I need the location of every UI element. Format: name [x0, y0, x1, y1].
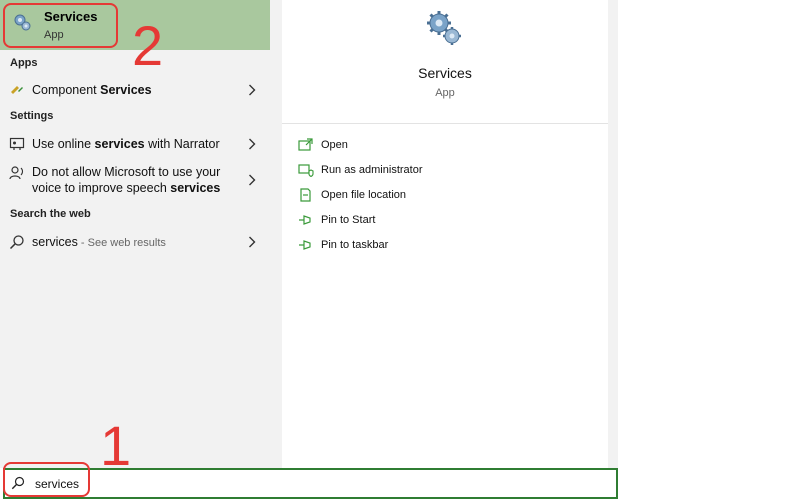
search-icon [9, 234, 25, 255]
open-icon [298, 138, 314, 157]
chevron-right-icon[interactable] [248, 83, 256, 101]
pin-icon [298, 213, 314, 232]
gear-icon [424, 8, 464, 53]
detail-subtitle: App [435, 87, 455, 99]
annotation-step-2: 2 [132, 14, 164, 77]
file-icon [298, 188, 314, 207]
search-bar[interactable] [3, 468, 618, 499]
annotation-box-result [3, 3, 118, 48]
detail-panel: Services App Open Run as administrator O… [282, 0, 608, 468]
pin-icon [298, 238, 314, 257]
result-label-line2: voice to improve speech services [32, 181, 221, 195]
result-narrator-setting[interactable]: Use online services with Narrator [0, 134, 270, 154]
detail-title: Services [418, 65, 472, 81]
action-label: Pin to Start [321, 214, 376, 226]
section-apps: Apps [10, 57, 38, 69]
chevron-right-icon[interactable] [248, 235, 256, 253]
section-web: Search the web [10, 208, 91, 220]
component-services-icon [9, 82, 25, 103]
action-label: Open [321, 139, 348, 151]
result-label: services - See web results [32, 235, 166, 249]
result-label-line1: Do not allow Microsoft to use your [32, 165, 221, 179]
action-label: Open file location [321, 189, 406, 201]
result-label: Use online services with Narrator [32, 137, 220, 151]
result-speech-setting[interactable]: Do not allow Microsoft to use your voice… [0, 162, 270, 198]
result-component-services[interactable]: Component Services [0, 80, 270, 100]
result-label: Component Services [32, 83, 152, 97]
annotation-box-search [3, 462, 90, 497]
section-settings: Settings [10, 110, 54, 122]
narrator-icon [9, 136, 25, 157]
panel-gutter [270, 0, 282, 468]
speech-icon [9, 165, 25, 186]
action-label: Pin to taskbar [321, 239, 389, 251]
annotation-step-1: 1 [100, 414, 132, 477]
result-web-search[interactable]: services - See web results [0, 232, 270, 252]
chevron-right-icon[interactable] [248, 173, 256, 191]
panel-gutter [608, 0, 618, 468]
chevron-right-icon[interactable] [248, 137, 256, 155]
divider [282, 123, 608, 124]
shield-icon [298, 163, 314, 182]
action-label: Run as administrator [321, 164, 423, 176]
